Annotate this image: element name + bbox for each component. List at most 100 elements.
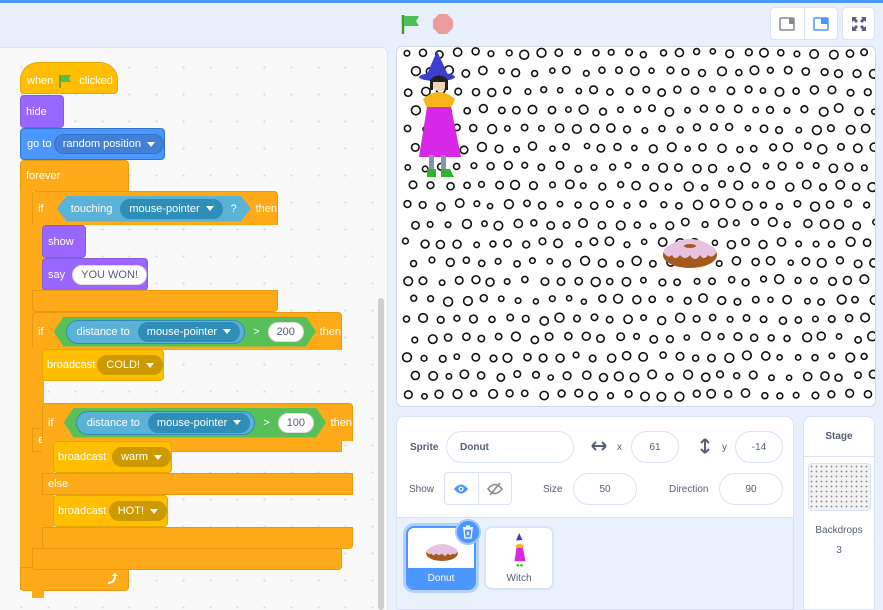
direction-input[interactable]: 90 [719,473,783,505]
backdrop-circle [511,105,521,115]
stage-target-pane[interactable]: Stage Backdrops 3 [803,416,875,610]
backdrop-circle [563,331,573,341]
witch-sprite[interactable] [415,47,465,183]
greater-than-condition[interactable]: distance to mouse-pointer > 200 [54,317,316,347]
backdrop-circle [506,313,515,322]
backdrop-circle [656,315,667,326]
hide-sprite-button[interactable] [479,473,512,504]
distance-object-dropdown[interactable]: mouse-pointer [138,322,240,342]
backdrop-circle [509,179,521,191]
broadcast-warm-block[interactable]: broadcast warm [53,441,172,473]
backdrop-circle [852,143,863,154]
backdrop-circle [818,183,828,192]
backdrop-circle [639,200,647,208]
backdrop-circle [736,145,744,154]
backdrop-circle [748,370,758,380]
forever-block[interactable]: forever [20,160,129,191]
backdrop-circle [706,388,717,399]
code-scrollbar[interactable] [378,298,384,610]
inner-if-else-end [42,527,353,549]
greater-than-condition[interactable]: distance to mouse-pointer > 100 [64,408,326,438]
show-block[interactable]: show [42,225,86,258]
backdrop-circle [403,276,414,287]
broadcast-message-dropdown[interactable]: HOT! [108,501,167,521]
broadcast-cold-block[interactable]: broadcast COLD! [42,349,164,381]
broadcast-message-dropdown[interactable]: COLD! [97,355,163,375]
if-touching-block[interactable]: if touching mouse-pointer ? then [32,191,278,225]
go-to-target-dropdown[interactable]: random position [53,134,164,154]
backdrop-circle [778,316,788,326]
backdrop-circle [478,103,489,114]
sprite-tile-witch[interactable]: Witch [484,526,554,590]
distance-to-reporter[interactable]: distance to mouse-pointer [66,320,246,344]
backdrop-circle [845,388,855,398]
go-to-block[interactable]: go to random position [20,128,165,160]
threshold-input[interactable]: 100 [278,413,314,433]
distance-to-reporter[interactable]: distance to mouse-pointer [76,411,256,435]
backdrop-circle [631,255,642,267]
show-sprite-button[interactable] [445,473,479,504]
if-else-distance-100-block[interactable]: if distance to mouse-pointer > 100 then [42,403,353,441]
backdrop-circle [759,87,767,94]
distance-object-dropdown[interactable]: mouse-pointer [148,413,250,433]
backdrop-circle [452,388,463,400]
backdrop-circle [767,296,774,304]
backdrop-circle [800,105,809,114]
say-block[interactable]: say YOU WON! [42,258,148,291]
backdrop-circle [434,389,444,399]
backdrop-circle [624,389,633,399]
backdrop-circle [438,279,446,287]
fullscreen-button[interactable] [842,7,875,40]
backdrop-circle [740,388,751,398]
threshold-input[interactable]: 200 [268,322,304,342]
say-text-input[interactable]: YOU WON! [72,264,147,285]
green-flag-button[interactable] [399,12,423,36]
delete-sprite-button[interactable] [455,519,481,545]
backdrop-circle [477,334,486,343]
size-input[interactable]: 50 [573,473,637,505]
normal-stage-button[interactable] [803,8,838,39]
backdrop-circle [590,163,598,172]
broadcast-hot-block[interactable]: broadcast HOT! [53,495,168,527]
touching-object-dropdown[interactable]: mouse-pointer [120,199,222,219]
hide-block[interactable]: hide [20,95,64,128]
backdrop-circle [733,332,743,342]
backdrop-circle [530,335,540,345]
touching-condition[interactable]: touching mouse-pointer ? [57,196,251,222]
backdrop-circle [598,107,608,116]
stage-canvas[interactable] [396,46,876,407]
y-position-input[interactable]: -14 [735,431,783,463]
backdrop-circle [469,389,478,398]
when-flag-clicked-block[interactable]: when clicked [20,62,118,94]
if-else-distance-200-block[interactable]: if distance to mouse-pointer > 200 then [32,312,342,350]
backdrop-circle [701,184,709,192]
backdrop-circle [536,47,547,58]
small-stage-button[interactable] [771,8,804,39]
backdrop-circle [493,220,504,231]
code-workspace[interactable]: when clicked hide go to random position … [0,47,388,610]
backdrop-circle [523,199,531,208]
backdrop-circle [774,86,785,97]
backdrop-circle [631,180,641,191]
backdrop-circle [426,220,434,229]
backdrop-circle [827,240,836,249]
backdrop-circle [759,124,769,134]
stop-button[interactable] [432,13,454,35]
x-position-input[interactable]: 61 [631,431,679,463]
sprite-name-input[interactable]: Donut [446,431,574,463]
backdrop-circle [605,277,614,286]
backdrop-circle [633,221,641,229]
backdrop-circle [468,123,478,133]
donut-sprite[interactable] [661,233,719,269]
backdrop-circle [473,241,481,249]
backdrop-circle [642,85,651,94]
backdrop-circle [583,142,591,150]
backdrop-circle [574,388,584,398]
backdrop-circle [744,124,752,132]
broadcast-message-dropdown[interactable]: warm [112,447,171,467]
backdrop-circle [774,125,784,135]
backdrop-circle [471,87,481,97]
outer-if-else-end [32,548,342,570]
backdrop-circle [835,256,845,265]
backdrop-circle [598,66,606,75]
